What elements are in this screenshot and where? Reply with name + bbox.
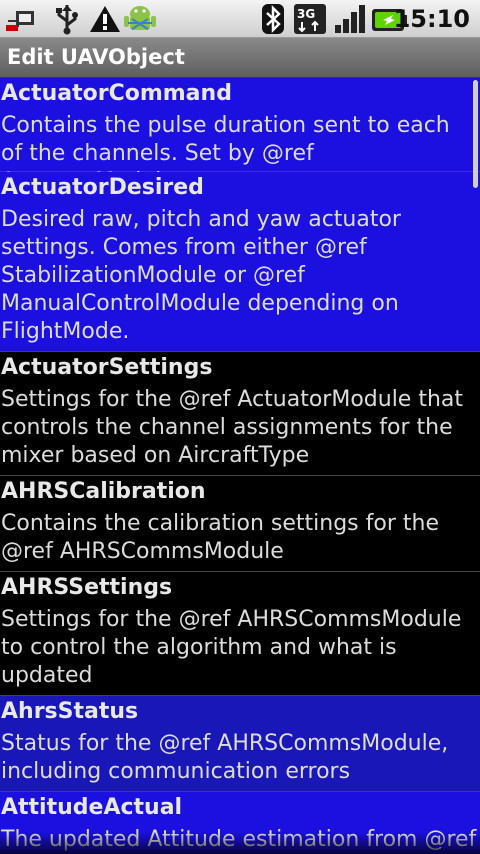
usb-debug-icon [6, 11, 34, 31]
list-item-title: AhrsStatus [1, 699, 139, 724]
list-item[interactable]: AttitudeActual The updated Attitude esti… [0, 792, 480, 854]
list-item-title: AHRSCalibration [1, 479, 206, 504]
list-item[interactable]: AHRSCalibration Contains the calibration… [0, 476, 480, 572]
network-type-label: 3G [297, 7, 315, 21]
3g-icon: 3G [294, 4, 326, 34]
android-icon [124, 6, 156, 30]
signal-icon [335, 5, 365, 33]
list-item-description: Settings for the @ref ActuatorModule tha… [1, 387, 464, 468]
list-item-title: ActuatorDesired [1, 175, 204, 200]
warning-icon [90, 6, 120, 32]
list-item-title: ActuatorSettings [1, 355, 213, 380]
usb-icon [56, 5, 78, 35]
page-title: Edit UAVObject [7, 45, 185, 69]
uavobject-list[interactable]: ActuatorCommand Contains the pulse durat… [0, 78, 480, 854]
list-item[interactable]: AHRSSettings Settings for the @ref AHRSC… [0, 572, 480, 696]
clock: 15:10 [393, 5, 470, 33]
list-item-title: AHRSSettings [1, 575, 173, 600]
list-item[interactable]: ActuatorDesired Desired raw, pitch and y… [0, 172, 480, 352]
scrollbar[interactable] [473, 80, 478, 188]
list-item-description: Contains the calibration settings for th… [1, 511, 439, 564]
list-item-title: ActuatorCommand [1, 81, 232, 106]
list-item-description: The updated Attitude estimation from @re… [1, 827, 477, 852]
status-bar: 3G 15:10 [0, 0, 480, 38]
bluetooth-icon [262, 4, 284, 34]
title-bar: Edit UAVObject [0, 38, 480, 78]
list-item-description: Status for the @ref AHRSCommsModule, inc… [1, 731, 449, 784]
list-item[interactable]: ActuatorCommand Contains the pulse durat… [0, 78, 480, 194]
list-item[interactable]: AhrsStatus Status for the @ref AHRSComms… [0, 696, 480, 792]
list-item-description: Settings for the @ref AHRSCommsModule to… [1, 607, 462, 688]
list-item-description: Desired raw, pitch and yaw actuator sett… [1, 207, 401, 344]
list-item[interactable]: ActuatorSettings Settings for the @ref A… [0, 352, 480, 476]
list-item-title: AttitudeActual [1, 795, 183, 820]
